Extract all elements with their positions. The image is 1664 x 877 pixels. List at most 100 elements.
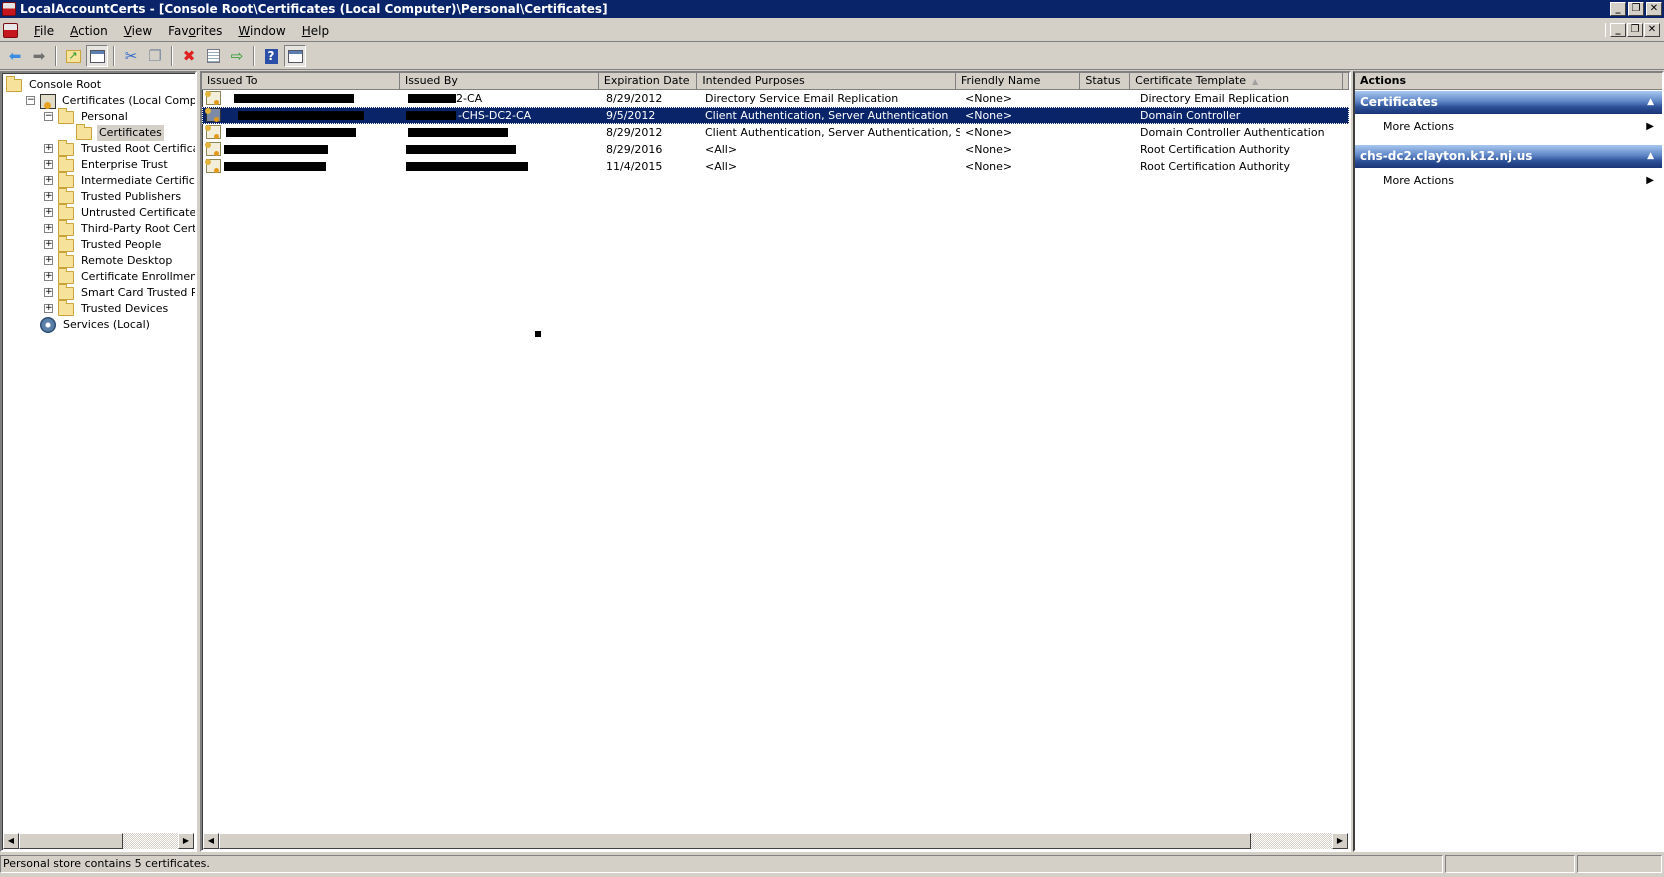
expand-icon[interactable]: + [44,288,53,297]
column-header-friendly-name[interactable]: Friendly Name [956,73,1081,90]
certificate-row[interactable]: -CHS-DC2-CA 9/5/2012 Client Authentication… [202,107,1349,124]
actions-section-title: chs-dc2.clayton.k12.nj.us [1360,149,1533,163]
actions-section-header[interactable]: chs-dc2.clayton.k12.nj.us ▲ [1355,145,1662,168]
expand-icon[interactable]: + [44,208,53,217]
column-header-certificate-template[interactable]: Certificate Template ▲ [1130,73,1344,90]
expand-icon[interactable]: + [44,304,53,313]
tree-item[interactable]: + Intermediate Certification Authorities [44,171,195,189]
folder-icon [58,155,74,172]
export-list-icon: ⇨ [230,47,244,65]
expand-icon[interactable]: + [44,192,53,201]
certificate-icon [205,91,221,105]
collapse-section-icon[interactable]: ▲ [1647,91,1654,114]
column-header-expiration-date[interactable]: Expiration Date [598,73,698,90]
column-header-intended-purposes[interactable]: Intended Purposes [697,73,957,90]
redacted-text [224,145,328,154]
tree-item[interactable]: + Trusted Publishers [44,187,183,205]
certificate-icon [205,142,221,156]
list-horizontal-scrollbar[interactable]: ◀ ▶ [203,833,1348,849]
export-list-button[interactable]: ⇨ [226,45,248,67]
cell-status [1085,90,1135,107]
menu-window[interactable]: Window [230,24,293,38]
tree-item[interactable]: Certificates [76,123,164,141]
console-tree-pane: Console Root−Certificates (Local Compute… [0,71,197,852]
menu-action[interactable]: Action [62,24,116,38]
tree-item[interactable]: + Trusted Root Certification Authorities [44,139,195,157]
scroll-right-button[interactable]: ▶ [1332,833,1348,849]
child-close-button[interactable]: ✕ [1644,23,1660,37]
expand-icon[interactable]: + [44,256,53,265]
redacted-text [234,94,354,103]
scroll-thumb[interactable] [219,833,1251,849]
expand-icon[interactable]: + [44,224,53,233]
collapse-icon[interactable]: − [44,112,53,121]
menu-view[interactable]: View [116,24,160,38]
cell-template: Domain Controller [1135,107,1349,124]
certificate-row[interactable]: 8/29/2012 Client Authentication, Server A… [202,124,1349,141]
tree-item[interactable]: + Enterprise Trust [44,155,170,173]
column-header-issued-by[interactable]: Issued By [399,73,599,90]
mmc-app-icon[interactable] [2,2,16,16]
document-window-icon[interactable] [3,23,18,38]
close-button[interactable]: ✕ [1646,2,1662,16]
tree-item[interactable]: + Trusted People [44,235,163,253]
cut-button[interactable]: ✂ [120,45,142,67]
tree-item[interactable]: + Certificate Enrollment Requests [44,267,195,285]
up-one-level-button[interactable]: ↗ [62,45,84,67]
child-restore-button[interactable]: ❐ [1627,23,1643,37]
expand-icon[interactable]: + [44,144,53,153]
properties-icon [206,49,220,63]
scroll-left-button[interactable]: ◀ [3,833,19,849]
help-button[interactable]: ? [260,45,282,67]
minimize-button[interactable]: _ [1610,2,1626,16]
show-hide-action-pane-button[interactable] [284,45,306,67]
cell-purposes: Client Authentication, Server Authentica… [700,124,960,141]
tree-item[interactable]: + Third-Party Root Certification Authorit… [44,219,195,237]
menu-help[interactable]: Help [294,24,337,38]
tree-item[interactable]: + Remote Desktop [44,251,174,269]
scroll-left-button[interactable]: ◀ [203,833,219,849]
cell-expiration: 11/4/2015 [601,158,700,175]
status-segment [1577,855,1662,873]
tree-item[interactable]: Services (Local) [40,317,152,333]
back-button[interactable]: ⬅ [4,45,26,67]
expand-icon[interactable]: + [44,176,53,185]
collapse-section-icon[interactable]: ▲ [1647,145,1654,168]
certificate-row[interactable]: 8/29/2016 <All> <None> Root Certification A… [202,141,1349,158]
menu-favorites[interactable]: Favorites [160,24,230,38]
delete-button[interactable]: ✖ [178,45,200,67]
action-more-actions[interactable]: More Actions ▶ [1355,115,1662,139]
tree-item[interactable]: Console Root [6,75,103,93]
column-header-issued-to[interactable]: Issued To [202,73,400,90]
copy-button[interactable]: ❐ [144,45,166,67]
scroll-thumb[interactable] [19,833,123,849]
column-header-label: Issued By [404,74,458,87]
certificate-row[interactable]: 2-CA 8/29/2012 Directory Service Email Rep… [202,90,1349,107]
toolbar-separator [55,46,57,66]
action-more-actions[interactable]: More Actions ▶ [1355,169,1662,193]
tree-item[interactable]: + Trusted Devices [44,299,170,317]
cell-text: 8/29/2012 [606,126,663,139]
cell-template: Directory Email Replication [1135,90,1349,107]
collapse-icon[interactable]: − [26,96,35,105]
menu-file[interactable]: File [26,24,62,38]
child-minimize-button[interactable]: _ [1610,23,1626,37]
tree-item[interactable]: + Smart Card Trusted Roots [44,283,195,301]
cell-text: Domain Controller [1140,109,1241,122]
tree-item[interactable]: + Untrusted Certificates [44,203,195,221]
scroll-right-button[interactable]: ▶ [178,833,194,849]
actions-section-header[interactable]: Certificates ▲ [1355,91,1662,114]
expand-icon[interactable]: + [44,272,53,281]
tree-item[interactable]: − Personal [44,107,130,125]
show-hide-console-tree-button[interactable] [86,45,108,67]
expand-icon[interactable]: + [44,160,53,169]
folder-icon [58,219,74,236]
properties-button[interactable] [202,45,224,67]
column-header-status[interactable]: Status [1080,73,1131,90]
tree-horizontal-scrollbar[interactable]: ◀ ▶ [3,833,194,849]
certificate-row[interactable]: 11/4/2015 <All> <None> Root Certification A… [202,158,1349,175]
forward-button[interactable]: ➡ [28,45,50,67]
expand-icon[interactable]: + [44,240,53,249]
toolbar-separator [171,46,173,66]
restore-button[interactable]: ❐ [1628,2,1644,16]
